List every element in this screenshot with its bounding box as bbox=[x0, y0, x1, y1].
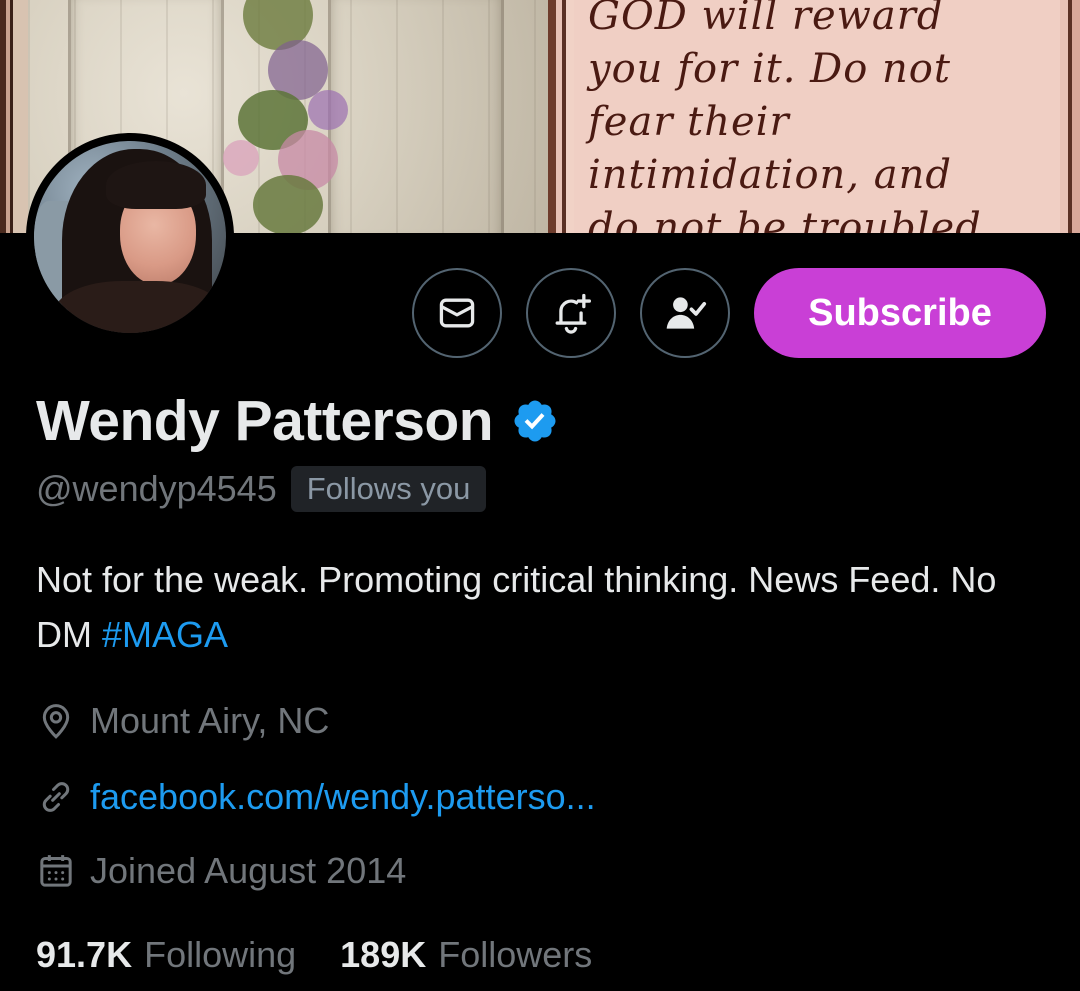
avatar-photo bbox=[34, 141, 226, 333]
following-button[interactable] bbox=[640, 268, 730, 358]
bio-hashtag-link[interactable]: #MAGA bbox=[102, 614, 228, 655]
link-icon bbox=[42, 782, 70, 812]
website-link[interactable]: facebook.com/wendy.patterso... bbox=[90, 776, 596, 818]
verified-badge-icon[interactable] bbox=[511, 397, 559, 445]
banner-frame bbox=[0, 0, 28, 233]
subscribe-button[interactable]: Subscribe bbox=[754, 268, 1046, 358]
person-check-icon bbox=[666, 297, 707, 329]
envelope-icon bbox=[439, 298, 475, 328]
joined-row: Joined August 2014 bbox=[36, 850, 406, 892]
handle-row: @wendyp4545 Follows you bbox=[36, 466, 487, 512]
location-row: Mount Airy, NC bbox=[36, 700, 329, 742]
profile-actions: Subscribe bbox=[412, 268, 1046, 358]
followers-count: 189K bbox=[340, 934, 427, 975]
name-row: Wendy Patterson bbox=[36, 388, 559, 454]
joined-date: Joined August 2014 bbox=[90, 850, 407, 891]
follows-you-badge: Follows you bbox=[290, 466, 487, 512]
followers-label: Followers bbox=[438, 934, 593, 975]
banner-quote-line: do not be troubled bbox=[588, 205, 982, 233]
banner-quote-plaque: GOD will reward you for it. Do not fear … bbox=[548, 0, 1080, 233]
banner-quote-line: GOD will reward bbox=[588, 0, 944, 39]
followers-stat-link[interactable]: 189K Followers bbox=[340, 934, 592, 976]
following-count: 91.7K bbox=[36, 934, 133, 975]
avatar[interactable] bbox=[26, 133, 234, 341]
bell-plus-icon bbox=[555, 293, 591, 334]
calendar-icon bbox=[40, 855, 72, 887]
banner-quote: GOD will reward you for it. Do not fear … bbox=[588, 0, 982, 233]
location-text: Mount Airy, NC bbox=[90, 700, 330, 741]
following-stat-link[interactable]: 91.7K Following bbox=[36, 934, 296, 976]
location-pin-icon bbox=[42, 704, 70, 739]
display-name: Wendy Patterson bbox=[36, 389, 494, 453]
banner-quote-line: intimidation, and bbox=[588, 152, 952, 198]
bio: Not for the weak. Promoting critical thi… bbox=[36, 552, 1046, 662]
banner-quote-line: fear their bbox=[588, 99, 790, 145]
notify-button[interactable] bbox=[526, 268, 616, 358]
website-row: facebook.com/wendy.patterso... bbox=[36, 776, 596, 818]
following-label: Following bbox=[144, 934, 297, 975]
banner-quote-line: you for it. Do not bbox=[588, 46, 951, 92]
follow-stats: 91.7K Following 189K Followers bbox=[36, 934, 592, 976]
user-handle: @wendyp4545 bbox=[36, 468, 277, 509]
message-button[interactable] bbox=[412, 268, 502, 358]
